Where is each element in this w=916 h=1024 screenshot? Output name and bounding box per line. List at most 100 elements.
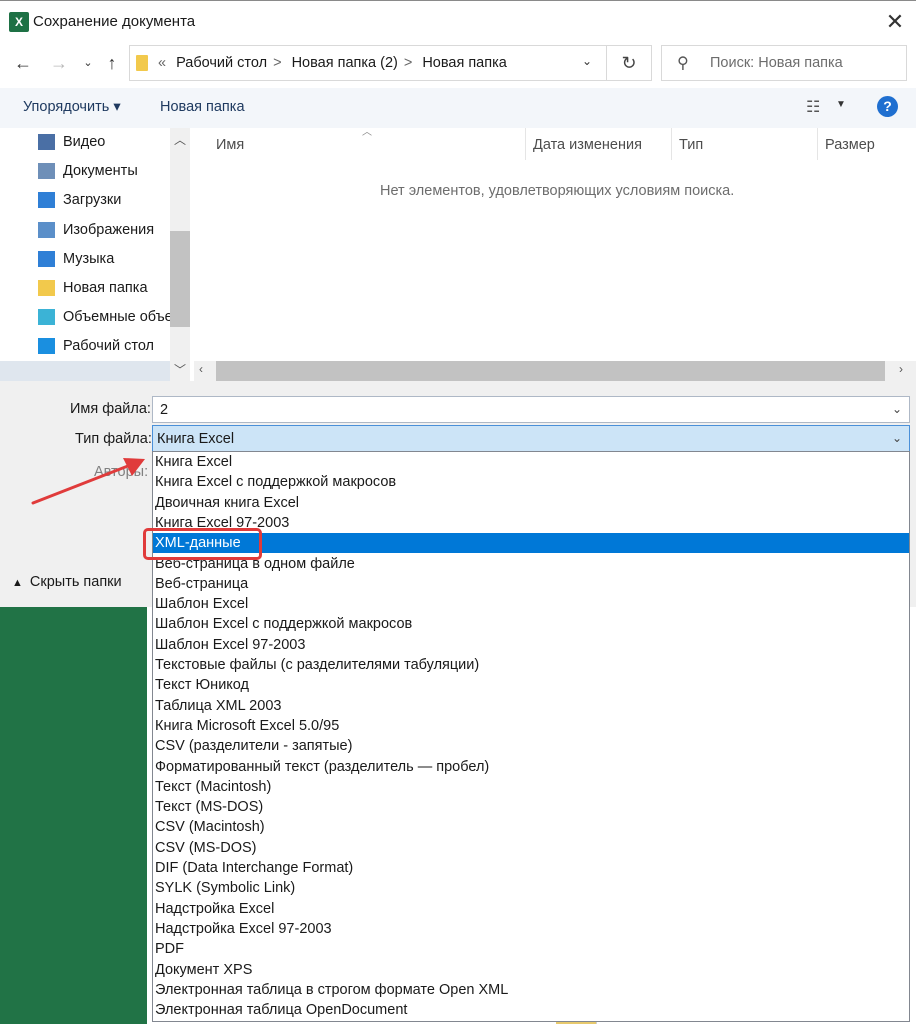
folder-icon <box>136 55 148 71</box>
nav-item-label: Новая папка <box>63 280 148 296</box>
view-options-icon[interactable]: ☷ <box>806 97 820 117</box>
scroll-left-icon[interactable]: ‹ <box>199 362 203 376</box>
search-input[interactable]: ⚲ Поиск: Новая папка <box>661 45 907 81</box>
filetype-option[interactable]: Надстройка Excel <box>153 899 909 919</box>
desktop-icon <box>38 338 55 355</box>
filetype-dropdown-list: Книга Excel Книга Excel с поддержкой макр… <box>152 451 910 1022</box>
filetype-option[interactable]: Книга Excel 97-2003 <box>153 513 909 533</box>
close-button[interactable]: ✕ <box>880 7 910 37</box>
nav-item[interactable]: Видео <box>38 129 178 158</box>
new-folder-button[interactable]: Новая папка <box>160 99 245 115</box>
filetype-option[interactable]: Электронная таблица в строгом формате Op… <box>153 980 909 1000</box>
column-divider[interactable] <box>525 128 526 160</box>
breadcrumb-separator[interactable]: > <box>404 55 412 71</box>
nav-item-label: Изображения <box>63 221 155 238</box>
refresh-button[interactable]: ↻ <box>607 45 652 81</box>
sort-ascending-icon: ︿ <box>362 127 372 138</box>
column-divider[interactable] <box>671 128 672 160</box>
filename-label: Имя файла: <box>70 401 151 417</box>
breadcrumb-overflow[interactable]: « <box>158 55 166 71</box>
filetype-option[interactable]: Форматированный текст (разделитель — про… <box>153 757 909 777</box>
navigation-pane-selection <box>0 361 170 381</box>
filetype-option[interactable]: Шаблон Excel 97-2003 <box>153 635 909 655</box>
filetype-option[interactable]: Текстовые файлы (с разделителями табуляц… <box>153 655 909 675</box>
filetype-option[interactable]: DIF (Data Interchange Format) <box>153 858 909 878</box>
filename-field[interactable]: 2 ⌄ <box>152 396 910 423</box>
breadcrumb-item[interactable]: Новая папка <box>422 55 507 71</box>
filetype-option[interactable]: Электронная таблица OpenDocument <box>153 1000 909 1020</box>
up-button[interactable]: ↑ <box>100 48 124 78</box>
nav-item-label: Объемные объекты <box>63 309 178 326</box>
breadcrumb-separator[interactable]: > <box>273 55 281 71</box>
organize-button[interactable]: Упорядочить ▾ <box>23 99 121 115</box>
highlight-annotation <box>143 528 262 560</box>
filetype-option[interactable]: Двоичная книга Excel <box>153 493 909 513</box>
chevron-down-icon[interactable]: ⌄ <box>582 54 592 68</box>
filetype-option[interactable]: Текст (MS-DOS) <box>153 797 909 817</box>
help-button[interactable]: ? <box>877 96 898 117</box>
nav-scrollbar-thumb[interactable] <box>170 231 190 327</box>
search-placeholder: Поиск: Новая папка <box>710 55 843 71</box>
filetype-option[interactable]: CSV (Macintosh) <box>153 817 909 837</box>
dialog-title: Сохранение документа <box>33 13 196 30</box>
filetype-option[interactable]: Документ XPS <box>153 960 909 980</box>
column-header-date[interactable]: Дата изменения <box>533 137 642 153</box>
filetype-option[interactable]: XML-данные <box>153 533 909 554</box>
filetype-option[interactable]: Шаблон Excel с поддержкой макросов <box>153 614 909 634</box>
breadcrumb-item[interactable]: Новая папка (2) <box>292 55 398 71</box>
nav-item[interactable]: Рабочий стол <box>38 333 178 362</box>
arrow-shaft <box>31 462 135 505</box>
nav-item[interactable]: Объемные объекты <box>38 304 178 333</box>
filetype-option[interactable]: Книга Excel с поддержкой макросов <box>153 472 909 492</box>
filetype-option[interactable]: Веб-страница в одном файле <box>153 554 909 574</box>
column-header-name[interactable]: Имя <box>216 137 244 153</box>
back-button[interactable]: ← <box>11 48 35 78</box>
scroll-down-icon[interactable]: ﹀ <box>174 361 186 378</box>
hide-folders-button[interactable]: ▲ Скрыть папки <box>12 574 122 590</box>
documents-icon <box>38 163 55 180</box>
column-header-type[interactable]: Тип <box>679 137 703 153</box>
filetype-option[interactable]: CSV (разделители - запятые) <box>153 736 909 756</box>
hscrollbar-thumb[interactable] <box>216 361 885 381</box>
chevron-down-icon[interactable]: ▼ <box>836 99 846 110</box>
filetype-option[interactable]: PDF <box>153 939 909 959</box>
nav-item[interactable]: Загрузки <box>38 187 178 216</box>
filetype-option[interactable]: Текст Юникод <box>153 675 909 695</box>
filetype-option[interactable]: Книга Microsoft Excel 5.0/95 <box>153 716 909 736</box>
downloads-icon <box>38 192 55 209</box>
hide-folders-label: Скрыть папки <box>29 574 122 590</box>
filetype-option[interactable]: Текст (Macintosh) <box>153 777 909 797</box>
filetype-option[interactable]: CSV (MS-DOS) <box>153 838 909 858</box>
column-divider[interactable] <box>817 128 818 160</box>
filetype-value: Книга Excel <box>157 431 235 447</box>
forward-button[interactable]: → <box>47 48 71 78</box>
filetype-option[interactable]: Веб-страница <box>153 574 909 594</box>
navigation-pane: Видео Документы Загрузки Изображения Музыка Н… <box>0 128 190 381</box>
nav-item[interactable]: Документы <box>38 158 178 187</box>
command-bar: Упорядочить ▾ Новая папка ☷ ▼ ? <box>0 88 916 128</box>
filetype-option[interactable]: Таблица XML 2003 <box>153 696 909 716</box>
chevron-down-icon[interactable]: ⌄ <box>892 402 902 416</box>
nav-item[interactable]: Новая папка <box>38 275 178 304</box>
filetype-option[interactable]: Книга Excel <box>153 452 909 472</box>
folder-icon <box>38 280 55 296</box>
nav-item[interactable]: Изображения <box>38 217 178 246</box>
nav-item-label: Рабочий стол <box>63 338 155 355</box>
filename-value: 2 <box>160 402 169 418</box>
breadcrumb-item[interactable]: Рабочий стол <box>176 55 267 71</box>
chevron-down-icon[interactable]: ⌄ <box>892 431 902 445</box>
scroll-up-icon[interactable]: ︿ <box>174 131 186 148</box>
nav-item[interactable]: Музыка <box>38 246 178 275</box>
filetype-option[interactable]: Надстройка Excel 97-2003 <box>153 919 909 939</box>
recent-locations-button[interactable]: ⌄ <box>80 48 96 78</box>
address-bar[interactable]: « Рабочий стол > Новая папка (2) > Новая папк… <box>129 45 607 81</box>
nav-item-label: Видео <box>63 134 106 150</box>
nav-item-label: Документы <box>63 163 138 180</box>
nav-item-label: Музыка <box>63 250 115 267</box>
filetype-option[interactable]: SYLK (Symbolic Link) <box>153 878 909 898</box>
scroll-right-icon[interactable]: › <box>899 362 903 376</box>
filetype-option[interactable]: Шаблон Excel <box>153 594 909 614</box>
filetype-select[interactable]: Книга Excel ⌄ <box>152 425 910 452</box>
pictures-icon <box>38 221 55 238</box>
column-header-size[interactable]: Размер <box>825 137 875 153</box>
